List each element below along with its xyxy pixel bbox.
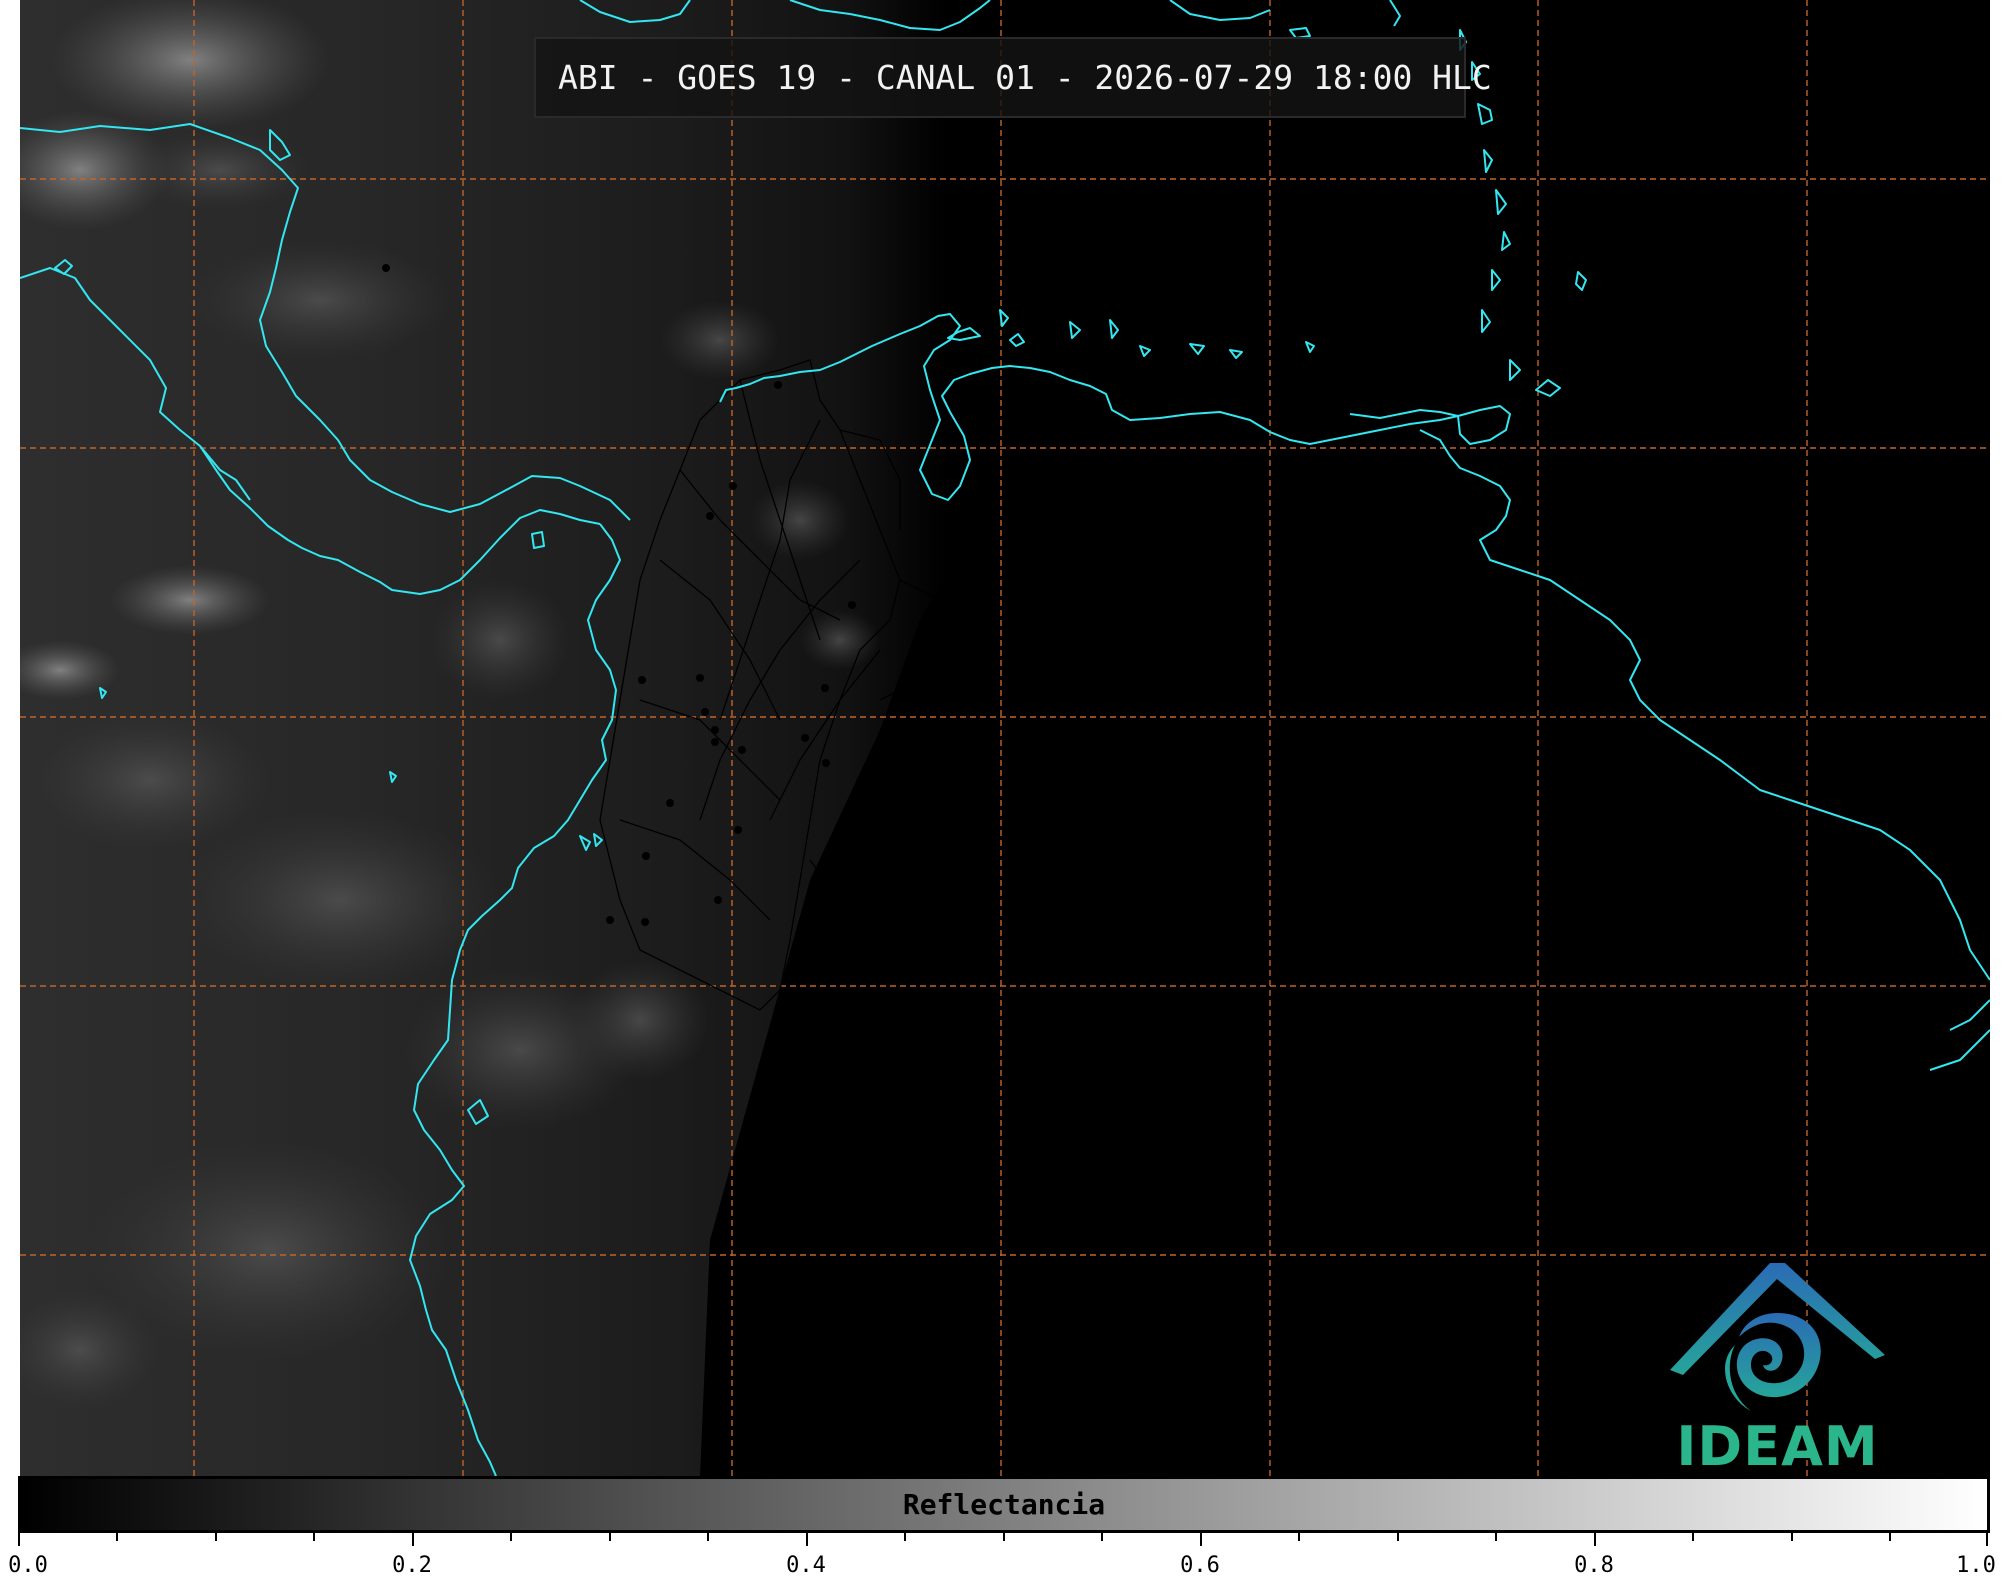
colorbar: Reflectancia (18, 1476, 1990, 1533)
tick-mark (18, 1533, 20, 1546)
tick-mark (609, 1533, 611, 1541)
tick-mark (1594, 1533, 1596, 1546)
tick-label: 1.0 (1956, 1553, 1996, 1578)
ideam-emblem-icon (1670, 1263, 1885, 1411)
tick-mark (707, 1533, 709, 1541)
tick-mark (1889, 1533, 1891, 1541)
map-title: ABI - GOES 19 - CANAL 01 - 2026-07-29 18… (534, 37, 1492, 118)
tick-mark (215, 1533, 217, 1541)
tick-mark (116, 1533, 118, 1541)
tick-mark (1397, 1533, 1399, 1541)
tick-mark (313, 1533, 315, 1541)
tick-mark (806, 1533, 808, 1546)
tick-mark (1791, 1533, 1793, 1541)
tick-mark (904, 1533, 906, 1541)
tick-mark (1495, 1533, 1497, 1541)
tick-mark (510, 1533, 512, 1541)
tick-label: 0.8 (1574, 1553, 1614, 1578)
tick-mark (1003, 1533, 1005, 1541)
tick-mark (1692, 1533, 1694, 1541)
tick-mark (1200, 1533, 1202, 1546)
ideam-logo-text: IDEAM (1676, 1415, 1879, 1478)
tick-mark (1298, 1533, 1300, 1541)
tick-mark (412, 1533, 414, 1546)
tick-mark (1101, 1533, 1103, 1541)
tick-label: 0.4 (786, 1553, 826, 1578)
ideam-logo: IDEAM (1665, 1255, 1890, 1478)
tick-mark (1986, 1533, 1988, 1546)
map-title-text: ABI - GOES 19 - CANAL 01 - 2026-07-29 18… (558, 58, 1492, 97)
tick-label: 0.6 (1180, 1553, 1220, 1578)
colorbar-ticks: 0.0 0.2 0.4 0.6 0.8 1.0 (8, 1533, 1996, 1578)
tick-label: 0.2 (392, 1553, 432, 1578)
tick-label: 0.0 (8, 1553, 48, 1578)
colorbar-label: Reflectancia (902, 1488, 1106, 1521)
